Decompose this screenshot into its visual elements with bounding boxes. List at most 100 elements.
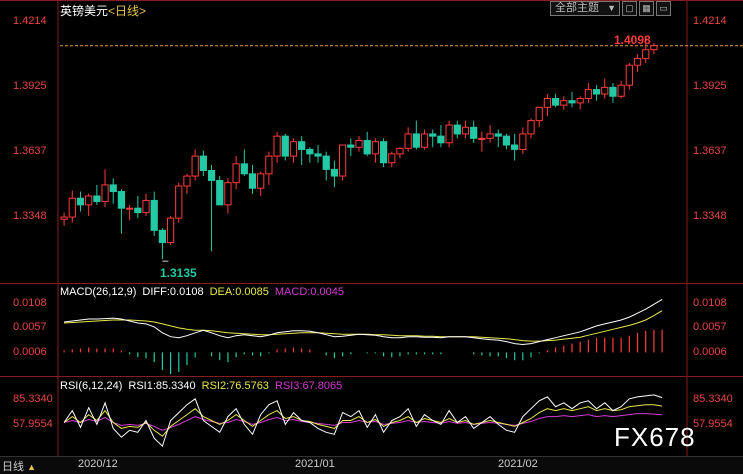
candle <box>412 133 420 148</box>
candle <box>175 185 183 219</box>
candle <box>199 155 207 172</box>
candle <box>134 207 142 214</box>
macd-axis-left: 0.0057 <box>13 321 47 333</box>
candle <box>568 100 576 104</box>
high-price-marker: 1.4098 <box>614 33 651 47</box>
rsi3-value: RSI3:67.8065 <box>274 380 343 392</box>
price-label-right: 1.3348 <box>693 210 727 222</box>
candle <box>330 168 339 177</box>
chart-canvas <box>0 0 743 456</box>
macd-axis-right: 0.0006 <box>693 346 727 358</box>
date-label: 2021/01 <box>295 458 335 470</box>
candle <box>117 191 126 209</box>
macd-legend: MACD(26,12,9) DIFF:0.0108 DEA:0.0085 MACD:0… <box>60 286 350 298</box>
rsi-legend: RSI(6,12,24) RSI1:85.3340 RSI2:76.5763 RSI3… <box>60 380 348 392</box>
candle <box>494 133 502 137</box>
price-label-left: 1.3348 <box>13 210 47 222</box>
candle <box>339 144 347 177</box>
macd-axis-left: 0.0006 <box>13 346 47 358</box>
candle <box>191 155 199 177</box>
candle <box>470 126 478 139</box>
candle <box>240 163 248 175</box>
candle <box>273 135 281 157</box>
candle <box>306 148 314 155</box>
chart-title: 英镑美元<日线> <box>60 2 146 19</box>
candle <box>232 163 240 184</box>
layout-window-button[interactable]: ▭ <box>656 1 671 16</box>
price-label-right: 1.3637 <box>693 145 727 157</box>
candle <box>437 135 445 144</box>
candle <box>355 140 363 148</box>
candle <box>576 97 584 104</box>
watermark-logo: FX678 <box>614 422 696 452</box>
macd-dea-value: DEA:0.0085 <box>209 286 269 298</box>
candle <box>642 49 650 60</box>
candle <box>60 216 68 220</box>
candle <box>617 84 625 97</box>
price-label-right: 1.3925 <box>693 80 727 92</box>
candle <box>126 207 134 210</box>
rsi-axis-right: 85.3340 <box>693 393 733 405</box>
candle <box>76 197 85 206</box>
candle <box>166 217 175 244</box>
candle <box>314 153 322 157</box>
macd-dea-line <box>64 310 663 342</box>
candle <box>248 173 257 189</box>
price-label-right: 1.4214 <box>693 15 727 27</box>
macd-axis-right: 0.0108 <box>693 297 727 309</box>
candle <box>535 106 543 122</box>
period-label: 日线 <box>2 461 24 473</box>
candle <box>543 97 552 108</box>
rsi3-line <box>63 413 663 431</box>
candle <box>584 89 592 99</box>
candle <box>633 58 642 66</box>
layout-single-button[interactable]: ▢ <box>622 1 637 16</box>
chevron-down-icon: ▼ <box>607 3 616 13</box>
candle <box>379 141 388 164</box>
chevron-up-icon: ▲ <box>27 462 36 472</box>
rsi-axis-left: 85.3340 <box>13 393 53 405</box>
candle <box>183 175 191 187</box>
candle <box>560 100 568 106</box>
layout-grid-button[interactable]: ▦ <box>639 1 654 16</box>
candle <box>511 144 519 150</box>
rsi2-line <box>63 404 663 437</box>
candle <box>93 195 101 203</box>
macd-axis-left: 0.0108 <box>13 297 47 309</box>
candle <box>216 179 224 206</box>
theme-select[interactable]: 全部主题 ▼ <box>550 1 620 16</box>
candle <box>650 45 658 51</box>
rsi1-value: RSI1:85.3340 <box>128 380 196 392</box>
macd-diff-value: DIFF:0.0108 <box>142 286 204 298</box>
candle <box>158 229 167 244</box>
price-label-left: 1.4214 <box>13 15 47 27</box>
candle <box>371 141 379 155</box>
macd-axis-right: 0.0057 <box>693 321 727 333</box>
candle <box>551 97 560 106</box>
candle <box>420 133 429 148</box>
candle <box>519 133 527 150</box>
date-label: 2021/02 <box>498 458 538 470</box>
toolbar: 全部主题 ▼ ▢ ▦ ▭ <box>550 1 671 16</box>
period-switch[interactable]: 日线 ▲ <box>2 458 36 474</box>
candle <box>150 199 158 231</box>
rsi-axis-right: 57.9554 <box>693 418 733 430</box>
macd-macd-value: MACD:0.0045 <box>274 286 344 298</box>
candle <box>298 141 306 150</box>
candle <box>396 147 404 155</box>
candle <box>322 155 330 170</box>
candle <box>502 135 511 146</box>
candle <box>461 126 470 135</box>
date-label: 2020/12 <box>78 458 118 470</box>
candle <box>85 195 93 206</box>
rsi1-line <box>63 394 663 448</box>
candle <box>445 124 453 144</box>
candle <box>527 120 535 135</box>
low-price-marker: 1.3135 <box>160 266 197 280</box>
rsi-axis-left: 57.9554 <box>13 418 53 430</box>
candle <box>289 141 298 157</box>
rsi-name: RSI(6,12,24) <box>60 380 123 392</box>
candle <box>142 199 150 214</box>
candle <box>224 182 232 206</box>
candle <box>257 173 265 189</box>
